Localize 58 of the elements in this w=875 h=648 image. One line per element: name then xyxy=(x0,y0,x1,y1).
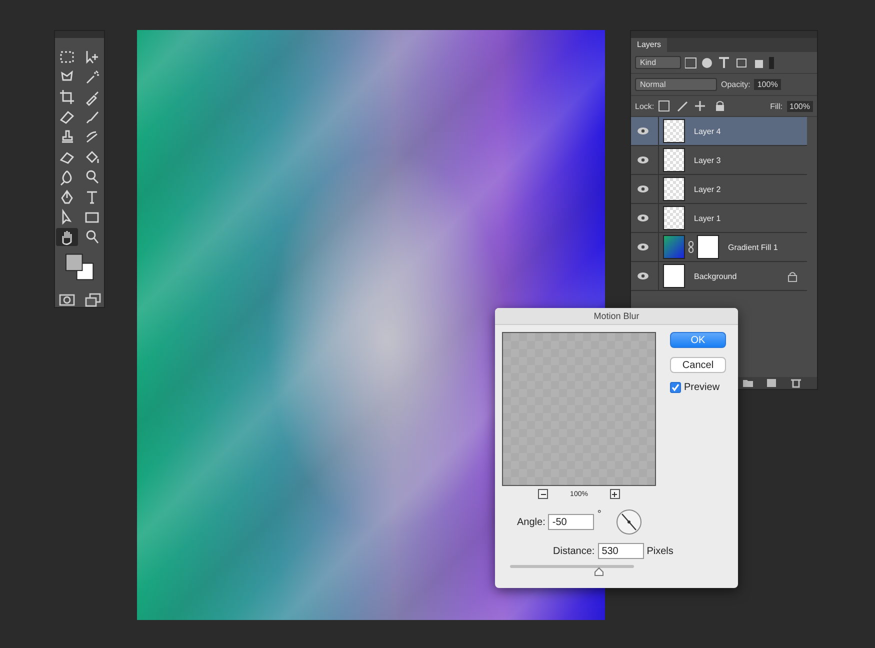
layer-name: Gradient Fill 1 xyxy=(728,242,778,252)
preview-checkbox[interactable] xyxy=(670,382,681,393)
opacity-label: Opacity: xyxy=(721,80,750,89)
filter-icons-drawing[interactable] xyxy=(685,56,775,68)
panel-tab[interactable]: Layers xyxy=(631,38,668,52)
quick-mask-icon[interactable] xyxy=(58,293,74,307)
panel-header-bar xyxy=(55,31,104,38)
gradient-thumbnail xyxy=(663,235,685,259)
layer-row[interactable]: Layer 2 xyxy=(631,175,807,204)
layer-name: Layer 3 xyxy=(694,156,721,164)
pixels-unit: Pixels xyxy=(646,546,674,556)
lock-icon xyxy=(788,270,797,282)
angle-label: Angle: xyxy=(517,516,546,528)
layer-row[interactable]: Layer 3 xyxy=(631,146,807,175)
eye-icon[interactable] xyxy=(637,243,649,251)
layer-name: Layer 4 xyxy=(694,126,721,136)
opacity-field[interactable]: 100% xyxy=(754,79,781,90)
eye-icon[interactable] xyxy=(637,272,649,280)
layer-thumbnail xyxy=(663,119,685,143)
layer-thumbnail xyxy=(663,264,685,288)
eye-icon[interactable] xyxy=(637,156,649,164)
filter-dropdown[interactable]: Kind xyxy=(635,56,681,69)
layer-row[interactable]: Background xyxy=(631,262,807,291)
checkmark-icon xyxy=(671,383,680,392)
eye-icon[interactable] xyxy=(637,127,649,135)
fill-label: Fill: xyxy=(770,102,783,110)
bandage-icon xyxy=(58,108,76,126)
plus-icon xyxy=(611,490,618,498)
crop-icon xyxy=(58,88,76,106)
angle-dial-icon[interactable] xyxy=(616,509,642,535)
layer-name: Layer 2 xyxy=(694,184,721,194)
zoom-out-button[interactable] xyxy=(538,489,548,499)
zoom-in-button[interactable] xyxy=(610,489,620,499)
layer-actions-drawing[interactable] xyxy=(743,378,803,388)
layer-thumbnail xyxy=(663,177,685,201)
eye-icon[interactable] xyxy=(637,214,649,222)
layer-thumbnail xyxy=(663,148,685,172)
preview-label: Preview xyxy=(684,382,720,393)
screen-mode-icon[interactable] xyxy=(84,293,100,307)
angle-field[interactable]: -50 xyxy=(548,514,594,530)
distance-label: Distance: xyxy=(553,546,595,556)
layer-row[interactable]: Gradient Fill 1 xyxy=(631,233,807,262)
blend-mode-dropdown[interactable]: Normal xyxy=(635,78,717,91)
distance-field[interactable]: 530 xyxy=(598,543,644,559)
lock-label: Lock: xyxy=(635,102,654,110)
dialog-title: Motion Blur xyxy=(495,308,738,325)
layer-row[interactable]: Layer 4 xyxy=(631,117,807,146)
layer-thumbnail xyxy=(663,206,685,230)
link-icon xyxy=(688,241,694,253)
tool-button[interactable] xyxy=(56,228,78,246)
mask-thumbnail xyxy=(697,235,719,259)
layer-name: Layer 1 xyxy=(694,214,721,222)
eye-icon[interactable] xyxy=(637,185,649,193)
cancel-button[interactable]: Cancel xyxy=(670,357,726,373)
layer-row[interactable]: Layer 1 xyxy=(631,204,807,233)
layer-name: Background xyxy=(694,272,737,280)
fill-field[interactable]: 100% xyxy=(786,100,813,112)
degree-unit: ° xyxy=(597,509,602,520)
